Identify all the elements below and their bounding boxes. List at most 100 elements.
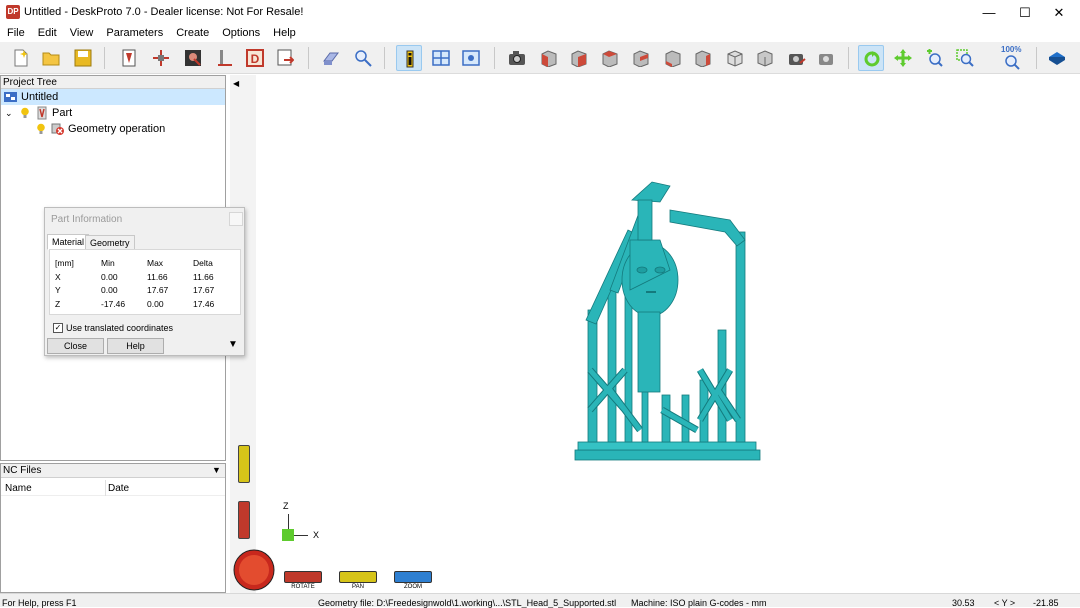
view-front-icon <box>541 50 557 67</box>
tree-item-label: Geometry operation <box>68 123 166 135</box>
view-iso2-button[interactable] <box>752 45 778 71</box>
rotate-tool-icon <box>864 51 880 67</box>
zoom-window-button[interactable] <box>952 45 978 71</box>
help-book-button[interactable] <box>1044 45 1070 71</box>
rotate-dial-icon[interactable] <box>232 548 278 592</box>
tab-geometry[interactable]: Geometry <box>85 235 135 250</box>
view-right-icon <box>633 50 649 67</box>
save-icon <box>74 49 92 67</box>
view-back-button[interactable] <box>566 45 592 71</box>
open-icon <box>42 52 60 66</box>
pan-mouse-label: PAN <box>352 584 364 590</box>
table-cell-max: 17.67 <box>147 285 169 295</box>
lightbulb-icon <box>21 107 29 118</box>
save-button[interactable] <box>70 45 96 71</box>
camera-button[interactable] <box>504 45 530 71</box>
table-cell-max: 11.66 <box>147 272 168 282</box>
bitmap-button[interactable] <box>180 45 206 71</box>
table-cell-delta: 11.66 <box>193 272 214 282</box>
help-book-icon <box>1049 52 1065 65</box>
simulation-button[interactable] <box>318 45 344 71</box>
view-right-button[interactable] <box>628 45 654 71</box>
view-store-icon <box>819 54 833 65</box>
new-button[interactable] <box>8 45 34 71</box>
tree-item-geometry-operation[interactable]: Geometry operation <box>1 121 225 137</box>
menu-view[interactable]: View <box>70 25 100 42</box>
vector-icon: D <box>246 49 264 67</box>
camera-icon <box>509 51 525 65</box>
view-left-icon <box>602 50 618 67</box>
rotate-wheel-icon[interactable] <box>238 501 250 539</box>
column-date[interactable]: Date <box>108 483 129 494</box>
open-button[interactable] <box>38 45 64 71</box>
import-geometry-button[interactable] <box>116 45 142 71</box>
import-geometry-icon <box>122 49 136 67</box>
column-divider[interactable] <box>105 480 106 496</box>
table-cell-min: 0.00 <box>101 285 118 295</box>
view-store-button[interactable] <box>814 45 840 71</box>
3d-model-head-supported[interactable] <box>570 180 766 464</box>
tab-material[interactable]: Material <box>47 234 90 250</box>
part-information-dialog: Part Information Material Geometry [mm] … <box>44 207 245 356</box>
part-info-button[interactable] <box>396 45 422 71</box>
zoom-tool-button[interactable] <box>921 45 947 71</box>
vector-button[interactable]: D <box>242 45 268 71</box>
export-button[interactable] <box>272 45 298 71</box>
dialog-close-x-button[interactable] <box>229 212 243 226</box>
zoom-mouse-label: ZOOM <box>404 584 422 590</box>
menu-edit[interactable]: Edit <box>38 25 63 42</box>
view-back-icon <box>571 50 587 67</box>
dropdown-arrow-icon[interactable]: ▼ <box>212 465 221 475</box>
collapse-arrow-icon[interactable]: ◀ <box>233 79 239 88</box>
move-part-button[interactable] <box>148 45 174 71</box>
menu-options[interactable]: Options <box>222 25 266 42</box>
rotate-tool-button[interactable] <box>858 45 884 71</box>
pan-tool-button[interactable] <box>890 45 916 71</box>
expand-arrow-icon[interactable]: ▼ <box>228 339 238 350</box>
table-header-max: Max <box>147 258 164 268</box>
tree-item-untitled[interactable]: Untitled <box>1 89 225 105</box>
menu-parameters[interactable]: Parameters <box>106 25 169 42</box>
move-part-icon <box>153 50 169 66</box>
close-window-button[interactable]: ✕ <box>1036 0 1080 25</box>
zoom-preview-icon <box>355 50 372 67</box>
tree-item-part[interactable]: ⌄ Part <box>1 105 225 121</box>
simulation-icon <box>323 52 339 65</box>
view-iso-icon <box>727 50 743 67</box>
table-header-unit: [mm] <box>55 258 74 268</box>
nc-files-header: NC Files <box>1 464 225 478</box>
zoom-100-button[interactable]: 100% <box>998 45 1028 71</box>
project-icon <box>4 92 17 102</box>
zoom-preview-button[interactable] <box>350 45 376 71</box>
zoom-tool-icon <box>927 49 943 67</box>
axis-x-label: X <box>313 530 320 540</box>
view-bottom-button[interactable] <box>690 45 716 71</box>
menu-bar: File Edit View Parameters Create Options… <box>0 25 1080 42</box>
table-cell-max: 0.00 <box>147 299 164 309</box>
table-header-min: Min <box>101 258 115 268</box>
menu-file[interactable]: File <box>7 25 31 42</box>
view-reset-button[interactable] <box>784 45 810 71</box>
layout-button[interactable] <box>428 45 454 71</box>
view-left-button[interactable] <box>597 45 623 71</box>
table-cell-min: 0.00 <box>101 272 118 282</box>
toolpath-button[interactable] <box>212 45 238 71</box>
pan-wheel-icon[interactable] <box>238 445 250 483</box>
svg-text:D: D <box>251 52 260 66</box>
view-front-button[interactable] <box>536 45 562 71</box>
toolbar: D 100% <box>0 42 1080 74</box>
view-iso-button[interactable] <box>722 45 748 71</box>
help-button[interactable]: Help <box>107 338 164 354</box>
column-name[interactable]: Name <box>5 483 32 494</box>
menu-create[interactable]: Create <box>176 25 215 42</box>
close-button[interactable]: Close <box>47 338 104 354</box>
zoom-100-label: 100% <box>1001 45 1022 54</box>
axis-z-label: Z <box>283 501 289 511</box>
chevron-down-icon[interactable]: ⌄ <box>5 105 13 121</box>
translated-coordinates-checkbox[interactable]: ✓ <box>53 323 63 333</box>
view-top-button[interactable] <box>660 45 686 71</box>
new-icon <box>14 49 28 67</box>
view-iso2-icon <box>757 50 773 67</box>
menu-help[interactable]: Help <box>273 25 302 42</box>
view-settings-button[interactable] <box>458 45 484 71</box>
